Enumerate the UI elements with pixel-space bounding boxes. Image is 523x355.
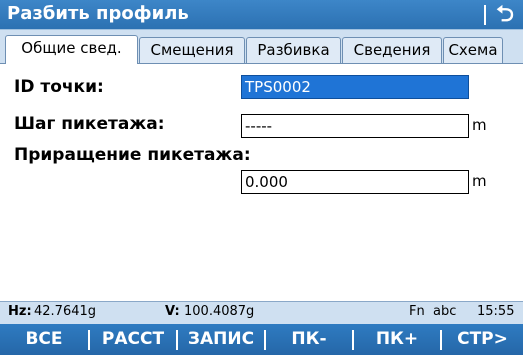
tab-offsets[interactable]: Смещения xyxy=(139,37,245,63)
title-bar: Разбить профиль ⮌ xyxy=(0,0,523,30)
chainage-increment-field[interactable]: 0.000 xyxy=(241,170,469,194)
tab-stakeout[interactable]: Разбивка xyxy=(246,37,341,63)
record-button[interactable]: ЗАПИС xyxy=(178,324,264,355)
hz-value: 42.7641g xyxy=(34,304,97,319)
title-separator xyxy=(484,5,486,25)
chainage-minus-button[interactable]: ПК- xyxy=(266,324,352,355)
v-value: 100.4087g xyxy=(184,304,255,319)
all-button[interactable]: ВСЕ xyxy=(0,324,88,355)
chainage-step-unit: m xyxy=(472,116,487,134)
tab-bar: Общие свед. Смещения Разбивка Сведения С… xyxy=(0,30,523,64)
distance-button[interactable]: РАССТ xyxy=(90,324,176,355)
tab-general[interactable]: Общие свед. xyxy=(5,35,138,64)
window-title: Разбить профиль xyxy=(7,3,189,24)
tab-info[interactable]: Сведения xyxy=(342,37,442,63)
input-mode-indicator: Fn abc xyxy=(409,304,457,319)
chainage-increment-unit: m xyxy=(472,172,487,190)
hz-label: Hz: xyxy=(8,304,32,319)
point-id-label: ID точки: xyxy=(14,77,104,97)
status-bar: Hz: 42.7641g V: 100.4087g Fn abc 15:55 xyxy=(0,301,523,324)
next-page-button[interactable]: СТР> xyxy=(442,324,523,355)
v-label: V: xyxy=(165,304,180,319)
function-key-bar: ВСЕ РАССТ ЗАПИС ПК- ПК+ СТР> xyxy=(0,324,523,355)
back-arrow-icon[interactable]: ⮌ xyxy=(490,2,520,28)
chainage-increment-label: Приращение пикетажа: xyxy=(14,145,251,165)
clock: 15:55 xyxy=(477,304,515,319)
chainage-plus-button[interactable]: ПК+ xyxy=(354,324,440,355)
chainage-step-label: Шаг пикетажа: xyxy=(14,114,165,134)
point-id-field[interactable]: TPS0002 xyxy=(241,75,469,99)
tab-diagram[interactable]: Схема xyxy=(443,37,503,63)
chainage-step-field[interactable]: ----- xyxy=(241,114,469,138)
